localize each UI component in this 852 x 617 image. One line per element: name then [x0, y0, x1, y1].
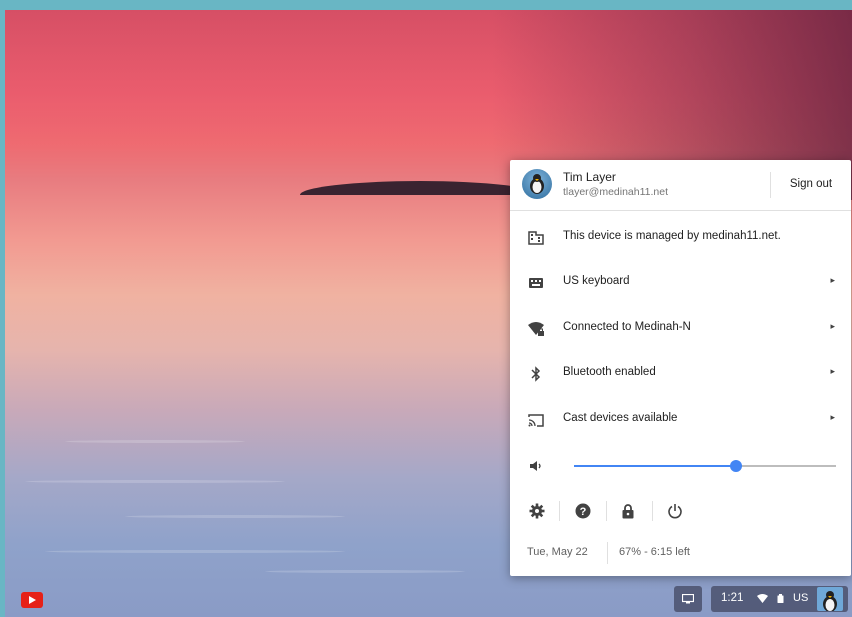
chevron-right-icon: ▸ [830, 275, 835, 285]
clock: 1:21 [721, 592, 744, 604]
volume-slider-thumb[interactable] [730, 460, 743, 472]
sign-out-button[interactable]: Sign out [780, 178, 842, 190]
bluetooth-label: Bluetooth enabled [563, 366, 656, 378]
user-email: tlayer@medinah11.net [563, 186, 669, 198]
status-tray[interactable]: 1:21 US [711, 586, 848, 612]
penguin-icon [530, 174, 544, 194]
date-label[interactable]: Tue, May 22 [527, 546, 588, 558]
cast-row[interactable]: Cast devices available ▸ [510, 399, 851, 439]
chevron-right-icon: ▸ [830, 412, 835, 422]
avatar [522, 169, 552, 199]
bluetooth-row[interactable]: Bluetooth enabled ▸ [510, 353, 851, 393]
svg-text:?: ? [580, 506, 587, 518]
network-label: Connected to Medinah-N [563, 321, 691, 333]
volume-slider-fill [574, 465, 737, 467]
wifi-icon [527, 320, 545, 338]
chevron-right-icon: ▸ [830, 321, 835, 331]
water-ripple [25, 480, 285, 483]
quick-actions: ? [510, 495, 851, 527]
water-ripple [125, 515, 345, 518]
managed-device-row: This device is managed by medinah11.net. [510, 217, 851, 257]
divider [559, 501, 560, 521]
battery-status: 67% - 6:15 left [619, 546, 690, 558]
volume-row [510, 447, 851, 483]
shelf: 1:21 US [5, 583, 852, 617]
battery-icon [777, 594, 784, 603]
water-ripple [265, 570, 465, 573]
user-row: Tim Layer tlayer@medinah11.net Sign out [510, 160, 851, 210]
user-name: Tim Layer [563, 170, 616, 184]
divider [652, 501, 653, 521]
divider [770, 172, 771, 198]
system-tray-menu: Tim Layer tlayer@medinah11.net Sign out … [510, 160, 851, 576]
wifi-icon [757, 594, 768, 603]
status-row: Tue, May 22 67% - 6:15 left [510, 538, 851, 568]
water-ripple [45, 550, 345, 553]
cast-tray-button[interactable] [674, 586, 702, 612]
network-row[interactable]: Connected to Medinah-N ▸ [510, 308, 851, 348]
settings-icon[interactable] [526, 500, 548, 522]
keyboard-label: US keyboard [563, 275, 630, 287]
youtube-icon[interactable] [21, 592, 43, 608]
keyboard-row[interactable]: US keyboard ▸ [510, 262, 851, 302]
keyboard-indicator: US [793, 592, 809, 604]
penguin-icon [823, 591, 837, 611]
volume-slider[interactable] [574, 460, 836, 472]
divider [510, 210, 851, 211]
water-ripple [65, 440, 245, 443]
avatar [817, 587, 843, 611]
managed-device-label: This device is managed by medinah11.net. [563, 230, 781, 242]
divider [607, 542, 608, 564]
divider [606, 501, 607, 521]
volume-icon[interactable] [527, 457, 545, 475]
power-icon[interactable] [664, 500, 686, 522]
building-icon [527, 229, 545, 247]
chevron-right-icon: ▸ [830, 366, 835, 376]
bluetooth-icon [527, 365, 545, 383]
help-icon[interactable]: ? [572, 500, 594, 522]
keyboard-icon [527, 274, 545, 292]
lock-icon[interactable] [617, 500, 639, 522]
cast-label: Cast devices available [563, 412, 678, 424]
cast-icon [527, 411, 545, 429]
screen-icon [682, 594, 694, 604]
